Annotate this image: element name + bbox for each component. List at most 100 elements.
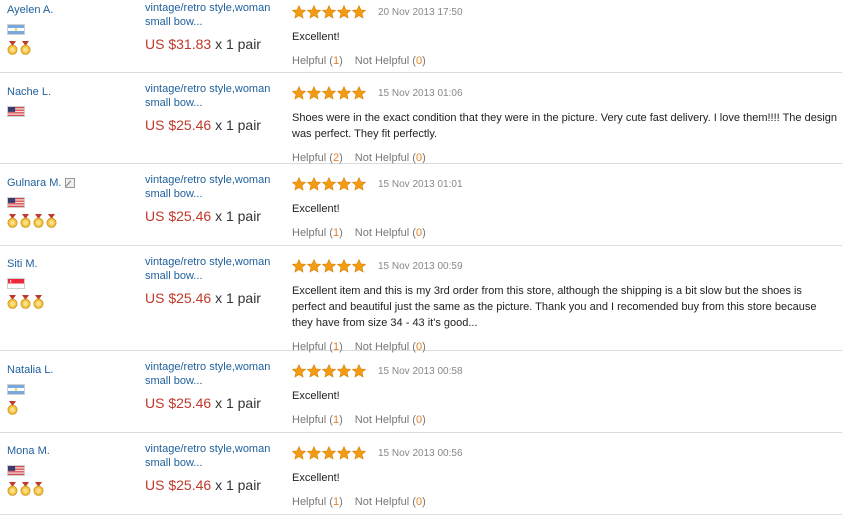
star-icon (322, 86, 336, 100)
order-price: US $31.83 x 1 pair (145, 36, 261, 52)
star-icon (307, 446, 321, 460)
buyer-name-link[interactable]: Mona M. (7, 445, 50, 457)
helpful-button[interactable]: Helpful (1) (292, 414, 343, 426)
buyer-name-link[interactable]: Gulnara M. (7, 177, 76, 189)
star-icon (337, 86, 351, 100)
star-icon (292, 177, 306, 191)
helpful-button[interactable]: Helpful (2) (292, 152, 343, 164)
star-icon (292, 86, 306, 100)
feedback-text: Excellent item and this is my 3rd order … (292, 285, 817, 329)
rating-stars (292, 259, 366, 273)
star-icon (292, 5, 306, 19)
buyer-medals (7, 401, 127, 415)
usa-flag-icon (7, 106, 25, 117)
product-link[interactable]: vintage/retro style,woman small bow... (145, 82, 285, 110)
helpful-button[interactable]: Helpful (1) (292, 227, 343, 239)
not-helpful-button[interactable]: Not Helpful (0) (355, 152, 426, 164)
star-icon (292, 259, 306, 273)
star-icon (322, 5, 336, 19)
star-icon (307, 259, 321, 273)
feedback-text: Excellent! (292, 390, 340, 402)
review-date: 15 Nov 2013 00:56 (378, 447, 463, 459)
usa-flag-icon (7, 197, 25, 208)
star-icon (307, 177, 321, 191)
star-icon (307, 364, 321, 378)
star-icon (337, 364, 351, 378)
order-price: US $25.46 x 1 pair (145, 208, 261, 224)
product-link[interactable]: vintage/retro style,woman small bow... (145, 255, 285, 283)
order-price: US $25.46 x 1 pair (145, 477, 261, 493)
medal-icon (46, 214, 57, 228)
medal-icon (7, 482, 18, 496)
star-icon (352, 446, 366, 460)
review-date: 15 Nov 2013 01:01 (378, 178, 463, 190)
rating-stars (292, 5, 366, 19)
medal-icon (33, 295, 44, 309)
order-price: US $25.46 x 1 pair (145, 117, 261, 133)
not-helpful-button[interactable]: Not Helpful (0) (355, 496, 426, 508)
star-icon (337, 5, 351, 19)
buyer-medals (7, 295, 127, 309)
feedback-text: Shoes were in the exact condition that t… (292, 112, 837, 140)
feedback-text: Excellent! (292, 472, 340, 484)
review-row: Gulnara M. vintage/retro style,woman sma… (0, 164, 842, 246)
star-icon (322, 259, 336, 273)
rating-stars (292, 446, 366, 460)
star-icon (352, 86, 366, 100)
buyer-name-link[interactable]: Natalia L. (7, 364, 53, 376)
review-row: Siti M. vintage/retro style,woman small … (0, 246, 842, 353)
review-row: Ayelen A. vintage/retro style,woman smal… (0, 0, 842, 73)
medal-icon (33, 482, 44, 496)
rating-stars (292, 86, 366, 100)
rating-stars (292, 364, 366, 378)
product-link[interactable]: vintage/retro style,woman small bow... (145, 442, 285, 470)
singapore-flag-icon (7, 278, 25, 289)
order-price: US $25.46 x 1 pair (145, 395, 261, 411)
review-row: Natalia L. vintage/retro style,woman sma… (0, 351, 842, 433)
feedback-text: Excellent! (292, 31, 340, 43)
review-row: Nache L. vintage/retro style,woman small… (0, 73, 842, 164)
star-icon (337, 446, 351, 460)
product-link[interactable]: vintage/retro style,woman small bow... (145, 360, 285, 388)
review-date: 15 Nov 2013 00:58 (378, 365, 463, 377)
medal-icon (7, 214, 18, 228)
buyer-medals (7, 482, 127, 496)
star-icon (292, 364, 306, 378)
feedback-text: Excellent! (292, 203, 340, 215)
star-icon (322, 446, 336, 460)
buyer-medals (7, 41, 127, 55)
helpful-button[interactable]: Helpful (1) (292, 496, 343, 508)
star-icon (352, 177, 366, 191)
star-icon (352, 5, 366, 19)
medal-icon (7, 295, 18, 309)
star-icon (322, 177, 336, 191)
review-date: 15 Nov 2013 00:59 (378, 260, 463, 272)
argentina-flag-icon (7, 24, 25, 35)
buyer-name-link[interactable]: Ayelen A. (7, 4, 53, 16)
star-icon (352, 259, 366, 273)
buyer-name-link[interactable]: Nache L. (7, 86, 51, 98)
star-icon (292, 446, 306, 460)
medal-icon (33, 214, 44, 228)
review-row: Mona M. vintage/retro style,woman small … (0, 433, 842, 515)
medal-icon (7, 41, 18, 55)
not-helpful-button[interactable]: Not Helpful (0) (355, 414, 426, 426)
edit-badge-icon (65, 178, 76, 188)
star-icon (307, 5, 321, 19)
star-icon (307, 86, 321, 100)
medal-icon (20, 214, 31, 228)
buyer-name-link[interactable]: Siti M. (7, 258, 38, 270)
buyer-medals (7, 214, 127, 228)
star-icon (322, 364, 336, 378)
not-helpful-button[interactable]: Not Helpful (0) (355, 227, 426, 239)
medal-icon (20, 41, 31, 55)
star-icon (352, 364, 366, 378)
review-date: 20 Nov 2013 17:50 (378, 6, 463, 18)
helpful-button[interactable]: Helpful (1) (292, 55, 343, 67)
review-date: 15 Nov 2013 01:06 (378, 87, 463, 99)
medal-icon (7, 401, 18, 415)
not-helpful-button[interactable]: Not Helpful (0) (355, 55, 426, 67)
product-link[interactable]: vintage/retro style,woman small bow... (145, 173, 285, 201)
medal-icon (20, 482, 31, 496)
product-link[interactable]: vintage/retro style,woman small bow... (145, 1, 285, 29)
